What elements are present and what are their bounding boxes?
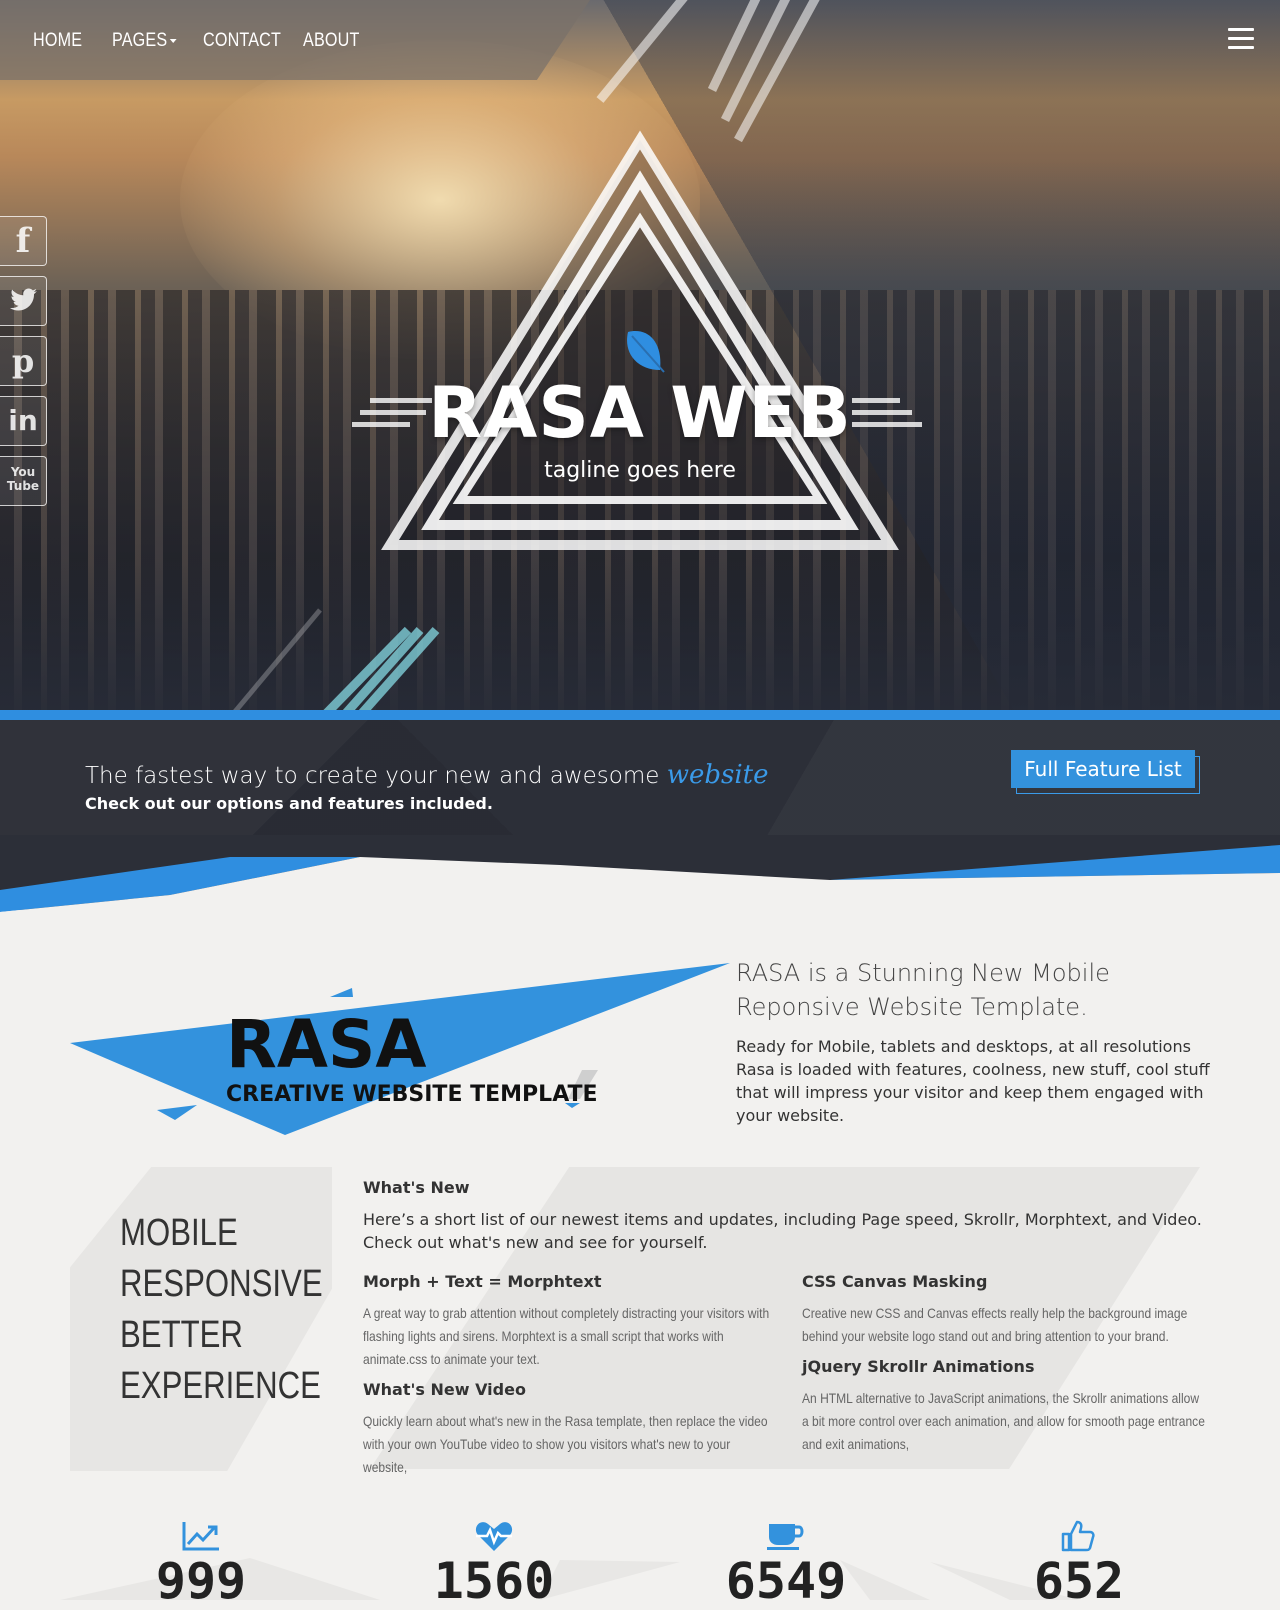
headline-line: MOBILE: [120, 1212, 238, 1254]
accent-divider: [0, 710, 1280, 720]
feature-body: Quickly learn about what's new in the Ra…: [363, 1413, 768, 1475]
feature-title: jQuery Skrollr Animations: [802, 1357, 1035, 1376]
cta-headline-text: The fastest way to create your new and a…: [85, 763, 660, 789]
whats-new-title: What's New: [363, 1178, 470, 1197]
logo-blue-shard: [157, 1105, 197, 1120]
nav-contact-label: CONTACT: [203, 30, 282, 51]
twitter-icon[interactable]: [0, 276, 47, 326]
hero-triangle-frame: [381, 130, 899, 550]
stat-value: 6549: [725, 1552, 847, 1610]
facebook-glyph: f: [15, 221, 31, 261]
linkedin-icon[interactable]: in: [0, 396, 47, 446]
headline-line: BETTER: [120, 1314, 243, 1356]
thumbs-up-icon: [1061, 1520, 1095, 1552]
nav-pages[interactable]: PAGES: [112, 30, 177, 52]
facebook-icon[interactable]: f: [0, 216, 47, 266]
cta-headline: The fastest way to create your new and a…: [85, 760, 769, 790]
stripe: [231, 608, 322, 712]
youtube-glyph: You Tube: [6, 465, 40, 493]
coffee-cup-icon: [767, 1524, 804, 1550]
cta-subline: Check out our options and features inclu…: [85, 794, 493, 813]
nav-home-label: HOME: [33, 30, 83, 51]
intro-heading: RASA is a Stunning New Mobile Reponsive …: [736, 959, 1110, 1021]
hamburger-icon[interactable]: [1228, 28, 1254, 50]
logo-subtitle-text: CREATIVE WEBSITE TEMPLATE: [226, 1082, 598, 1107]
pinterest-glyph: p: [11, 342, 35, 380]
wave-separator: [0, 835, 1280, 915]
logo-blue-shard: [330, 988, 353, 997]
whats-new-body: Here’s a short list of our newest items …: [363, 1210, 1202, 1252]
stripe: [596, 0, 688, 103]
heartbeat-icon: [475, 1522, 513, 1551]
stat-value: 999: [155, 1552, 247, 1610]
youtube-icon[interactable]: You Tube: [0, 456, 47, 506]
hero-tagline: tagline goes here: [544, 458, 736, 483]
feature-body: Creative new CSS and Canvas effects real…: [802, 1305, 1188, 1344]
feature-title: What's New Video: [363, 1380, 526, 1399]
stat-value: 652: [1033, 1552, 1125, 1610]
full-feature-list-button[interactable]: Full Feature List: [1011, 750, 1195, 788]
feature-title: Morph + Text = Morphtext: [363, 1272, 602, 1291]
intro-body: Ready for Mobile, tablets and desktops, …: [736, 1037, 1210, 1125]
cta-accent-word: website: [666, 760, 769, 790]
headline-line: EXPERIENCE: [120, 1365, 321, 1407]
pinterest-icon[interactable]: p: [0, 336, 47, 386]
feature-body: A great way to grab attention without co…: [363, 1305, 770, 1367]
feature-title: CSS Canvas Masking: [802, 1272, 988, 1291]
hero-title: RASA WEB: [428, 372, 852, 454]
linkedin-glyph: in: [8, 404, 38, 437]
nav-about[interactable]: ABOUT: [303, 30, 359, 52]
logo-rasa-text: RASA: [226, 1006, 427, 1083]
twitter-bird: [10, 288, 37, 311]
chart-line-icon: [182, 1522, 219, 1551]
stripe: [707, 0, 761, 92]
caret-down-icon: [169, 38, 177, 43]
nav-about-label: ABOUT: [303, 30, 360, 51]
navbar: [0, 0, 590, 80]
nav-home[interactable]: HOME: [33, 30, 82, 52]
rasa-logo: RASA CREATIVE WEBSITE TEMPLATE: [70, 963, 730, 1135]
feature-body: An HTML alternative to JavaScript animat…: [802, 1390, 1205, 1452]
mobile-responsive-headline: MOBILE RESPONSIVE BETTER EXPERIENCE: [120, 1208, 323, 1412]
stat-value: 1560: [433, 1552, 555, 1610]
headline-line: RESPONSIVE: [120, 1263, 323, 1305]
nav-contact[interactable]: CONTACT: [203, 30, 281, 52]
nav-pages-label: PAGES: [112, 30, 168, 51]
